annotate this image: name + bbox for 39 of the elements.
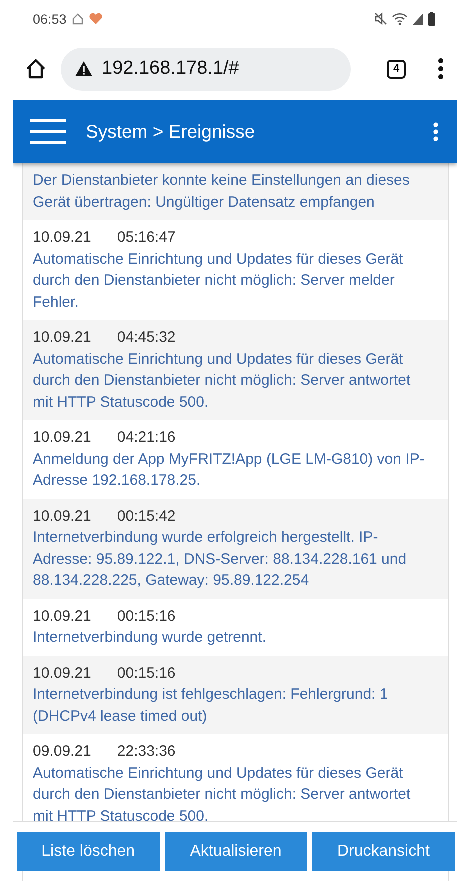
mute-icon — [374, 12, 388, 26]
signal-icon — [412, 12, 424, 26]
tab-switcher-button[interactable]: 4 — [387, 60, 406, 78]
event-date: 10.09.21 — [33, 606, 92, 626]
event-date: 10.09.21 — [33, 328, 92, 348]
event-message: Automatische Einrichtung und Updates für dieses Gerät durch den Dienstanbieter nicht möglich: Server antwortet mit HTTP Statuscode 500. — [33, 764, 412, 826]
event-message: Der Dienstanbieter konnte keine Einstellungen an dieses Gerät übertragen: Ungültiger Datensatz empfangen — [33, 171, 411, 212]
clock: 06:53 — [33, 12, 67, 26]
more-options-icon[interactable] — [438, 58, 444, 80]
event-message: Automatische Einrichtung und Updates für dieses Gerät durch den Dienstanbieter nicht möglich: Server antwortet mit HTTP Statuscode 500. — [33, 350, 412, 412]
event-date: 09.09.21 — [33, 742, 92, 762]
event-message: Anmeldung der App MyFRITZ!App (LGE LM-G810) von IP-Adresse 192.168.178.25. — [33, 450, 426, 491]
home-icon — [72, 13, 84, 25]
action-button[interactable]: Druckansicht — [312, 832, 456, 871]
event-time: 00:15:16 — [117, 664, 176, 684]
event-message: Internetverbindung wurde erfolgreich hergestellt. IP-Adresse: 95.89.122.1, DNS-Server: 88.134.228.161 und 88.134.228.225, Gateway: 95.89.122.254 — [33, 528, 408, 591]
event-date: 10.09.21 — [33, 228, 92, 248]
event-message: Automatische Einrichtung und Updates für dieses Gerät durch den Dienstanbieter nicht möglich: Server melder Fehler. — [33, 250, 404, 312]
event-time: 04:21:16 — [117, 428, 176, 448]
battery-icon — [428, 12, 436, 26]
event-time: 05:16:47 — [117, 228, 176, 248]
menu-icon[interactable] — [30, 119, 66, 144]
action-button[interactable]: Liste löschen — [17, 832, 160, 871]
event-message: Internetverbindung ist fehlgeschlagen: Fehlergrund: 1 (DHCPv4 lease timed out) — [33, 685, 390, 726]
wifi-icon — [392, 12, 408, 26]
event-date: 10.09.21 — [33, 664, 92, 684]
event-date: 10.09.21 — [33, 506, 92, 526]
action-button[interactable]: Aktualisieren — [164, 832, 308, 871]
home-button[interactable] — [25, 58, 47, 80]
event-date: 10.09.21 — [33, 428, 92, 448]
event-time: 04:45:32 — [117, 328, 176, 348]
event-message: Internetverbindung wurde getrennt. — [33, 628, 268, 648]
address-bar[interactable]: 192.168.178.1/# — [61, 48, 351, 90]
event-time: 00:15:42 — [117, 506, 176, 526]
page-title: System > Ereignisse — [86, 120, 256, 142]
warning-icon — [75, 61, 93, 77]
event-time: 22:33:36 — [117, 742, 176, 762]
event-time: 00:15:16 — [117, 606, 176, 626]
heart-icon — [88, 13, 103, 25]
